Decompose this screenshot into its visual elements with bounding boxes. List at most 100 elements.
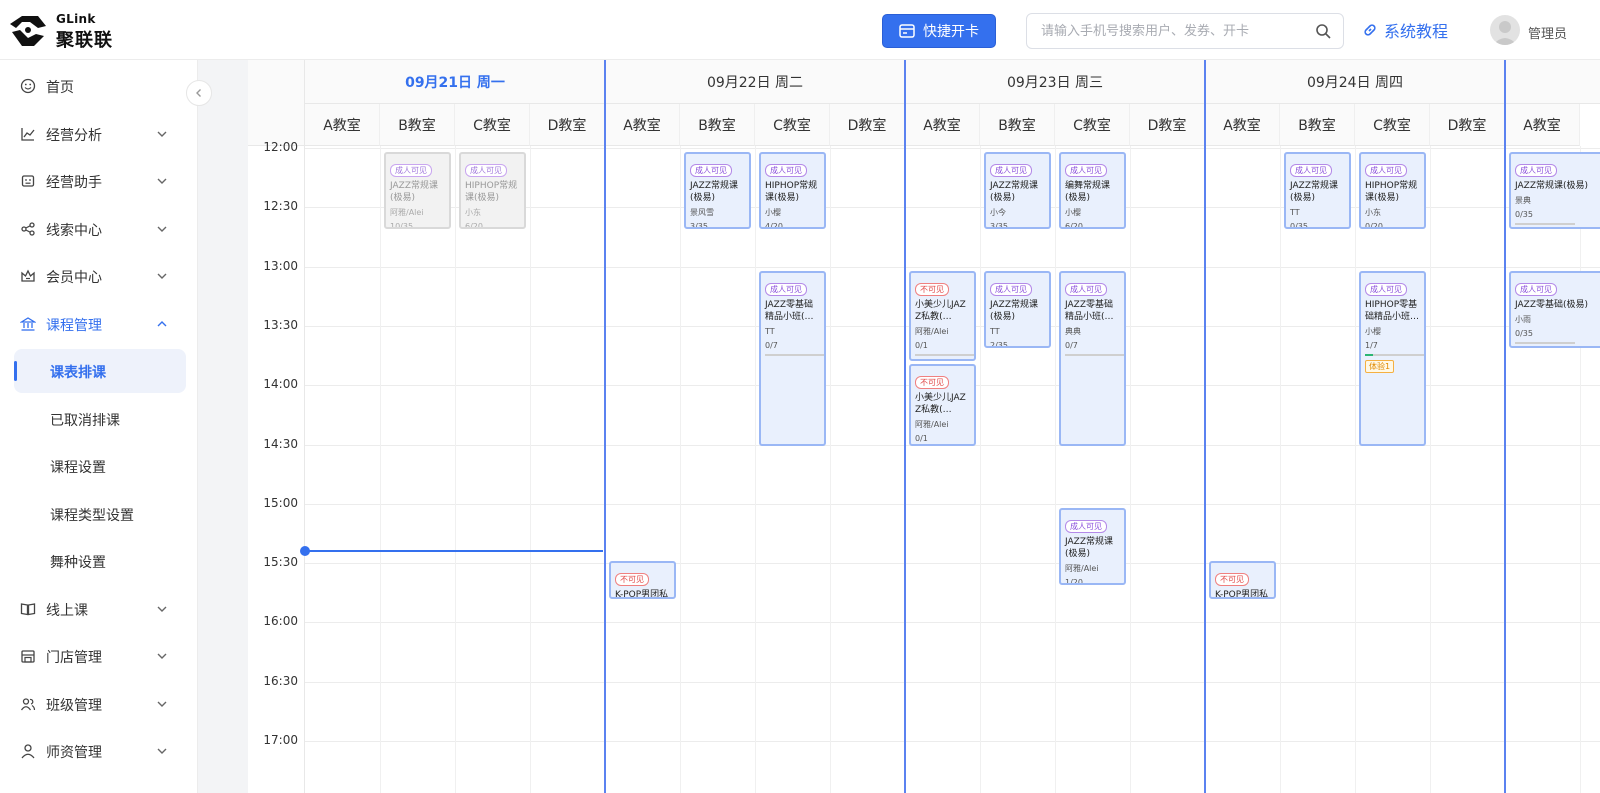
course-name: JAZZ常规课(极易): [990, 181, 1038, 203]
avatar[interactable]: [1490, 15, 1520, 45]
day-header[interactable]: 09月21日 周一: [305, 60, 605, 104]
visibility-tag: 成人可见: [765, 282, 807, 296]
sidebar-item-book[interactable]: 线上课: [0, 587, 198, 631]
sidebar-item-label: 经营助手: [46, 175, 102, 191]
time-label: 15:30: [263, 555, 298, 570]
course-card[interactable]: 成人可见 HIPHOP常规课(极易) 小樱 4/20: [759, 152, 826, 230]
sidebar-item-teacher[interactable]: 师资管理: [0, 729, 198, 773]
room-header: C教室: [455, 104, 530, 146]
course-card[interactable]: 不可见 小美少儿JAZZ私教(… 阿雅/Alei 0/1: [909, 270, 976, 362]
day-separator: [604, 60, 606, 793]
course-card[interactable]: 成人可见 HIPHOP常规课(极易) 小东 0/20: [1359, 152, 1426, 230]
bank-icon: [20, 316, 36, 331]
course-teacher: 阿雅/Alei: [915, 326, 949, 336]
course-card[interactable]: 成人可见 JAZZ零基础精品小班(… TT 0/7: [759, 270, 826, 447]
quick-open-card-button[interactable]: 快捷开卡: [882, 14, 996, 48]
system-tutorial-link[interactable]: 系统教程: [1362, 19, 1448, 41]
sidebar-item-robot[interactable]: 经营助手: [0, 159, 198, 203]
course-card[interactable]: 成人可见 HIPHOP常规课(极易) 小东 6/20: [459, 152, 526, 230]
course-name: JAZZ常规课(极易): [390, 181, 438, 203]
course-name: 小美少儿JAZZ私教(…: [915, 299, 966, 322]
logo-text-cn: 聚联联: [56, 30, 113, 51]
course-enrollment: 0/1: [915, 433, 928, 443]
search-icon[interactable]: [1315, 23, 1331, 39]
visibility-tag: 成人可见: [1290, 164, 1332, 177]
sidebar-nav: 首页 经营分析经营助手线索中心会员中心 课程管理 课表排课 已取消排课 课程设置 课程类型设…: [0, 60, 198, 793]
user-search-box[interactable]: [1026, 13, 1344, 49]
course-card[interactable]: 成人可见 JAZZ常规课(极易) 阿雅/Alei 1/20: [1059, 507, 1126, 585]
course-card[interactable]: 成人可见 HIPHOP零基础精品小班… 小樱 1/7 体验1: [1359, 270, 1426, 447]
room-header: B教室: [1280, 104, 1355, 146]
grid-col-line: [455, 146, 456, 793]
sidebar-item-label: 线索中心: [46, 222, 102, 239]
day-separator: [1204, 60, 1206, 793]
app-logo[interactable]: GLink 聚联联: [8, 10, 128, 51]
grid-col-line: [530, 146, 531, 793]
sidebar-item-crown[interactable]: 会员中心: [0, 254, 198, 298]
course-badge: 体验1: [1365, 359, 1395, 373]
course-card[interactable]: 成人可见 JAZZ常规课(极易) TT 0/35: [1284, 152, 1351, 230]
course-card[interactable]: 不可见 K-POP男团私: [1209, 561, 1276, 599]
grid-row-line: [305, 148, 1600, 149]
sidebar-item-smile[interactable]: 首页: [0, 64, 198, 108]
time-label: 15:00: [263, 495, 298, 510]
course-enrollment: 2/35: [990, 340, 1008, 348]
chart-line-icon: [21, 127, 35, 141]
grid-col-line: [1055, 146, 1056, 793]
course-card[interactable]: 成人可见JAZZ常规课(极易)TT2/35练卡2: [984, 270, 1051, 348]
sidebar-item-share-nodes[interactable]: 线索中心: [0, 207, 198, 251]
enrollment-progress: [1515, 223, 1575, 225]
course-enrollment: 6/20: [1065, 222, 1083, 230]
course-card[interactable]: 成人可见 JAZZ零基础精品小班(… 典典 0/7: [1059, 270, 1126, 447]
sidebar-collapse-button[interactable]: [186, 80, 212, 106]
visibility-tag: 成人可见: [1365, 282, 1407, 296]
sidebar-subitem[interactable]: 已取消排课: [0, 397, 198, 441]
grid-col-line: [380, 146, 381, 793]
grid-col-line: [1280, 146, 1281, 793]
visibility-tag: 成人可见: [390, 164, 432, 177]
day-header-partial[interactable]: [1505, 60, 1600, 104]
course-card[interactable]: 成人可见 JAZZ常规课(极易) 阿雅/Alei 10/35: [384, 152, 451, 230]
day-header[interactable]: 09月22日 周二: [605, 60, 905, 104]
visibility-tag: 成人可见: [690, 164, 732, 177]
day-header[interactable]: 09月23日 周三: [905, 60, 1205, 104]
course-card[interactable]: 不可见 小美少儿JAZZ私教(… 阿雅/Alei 0/1: [909, 363, 976, 447]
sidebar-item-group[interactable]: 班级管理: [0, 682, 198, 726]
chevron-left-icon: [196, 89, 201, 97]
sidebar-subitem[interactable]: 舞种设置: [0, 539, 198, 583]
course-enrollment: 0/7: [1065, 340, 1078, 350]
sidebar-item-chart-line[interactable]: 经营分析: [0, 112, 198, 156]
course-card[interactable]: 不可见 K-POP男团私: [609, 561, 676, 599]
time-label: 16:30: [263, 673, 298, 688]
sidebar-item-store[interactable]: 门店管理: [0, 634, 198, 678]
chevron-down-icon: [157, 131, 167, 137]
sidebar-item-bank[interactable]: 课程管理: [0, 302, 198, 346]
course-name: JAZZ零基础精品小班(…: [1065, 299, 1114, 322]
day-header[interactable]: 09月24日 周四: [1205, 60, 1505, 104]
current-user-name[interactable]: 管理员: [1528, 23, 1567, 42]
active-indicator: [14, 361, 17, 381]
sidebar-subitem[interactable]: 课程设置: [0, 444, 198, 488]
sidebar-subitem[interactable]: 课程类型设置: [0, 492, 198, 536]
course-card[interactable]: 成人可见 JAZZ零基础(极易) 小雨 0/35: [1509, 270, 1600, 348]
sidebar-subitem[interactable]: 课表排课: [14, 349, 186, 393]
course-teacher: 景典: [1515, 196, 1531, 205]
course-card[interactable]: 成人可见编舞常规课(极易)小樱6/20练卡1: [1059, 152, 1126, 230]
current-time-line: [305, 550, 603, 553]
enrollment-progress: [765, 353, 824, 356]
room-header: D教室: [1130, 104, 1205, 146]
user-search-input[interactable]: [1041, 22, 1311, 40]
course-teacher: 小樱: [765, 208, 781, 217]
course-card[interactable]: 成人可见JAZZ常规课(极易)景风雪3/35体验1练卡1: [684, 152, 751, 230]
visibility-tag: 成人可见: [1065, 282, 1107, 296]
room-header: A教室: [905, 104, 980, 146]
visibility-tag: 成人可见: [1065, 164, 1107, 177]
grid-row-line: [305, 266, 1600, 268]
course-badges: 体验1: [1365, 359, 1420, 373]
group-icon: [20, 697, 36, 710]
chevron-down-icon: [157, 178, 167, 184]
course-card[interactable]: 成人可见 JAZZ常规课(极易) 景典 0/35: [1509, 152, 1600, 230]
course-card[interactable]: 成人可见JAZZ常规课(极易)小今3/35练卡2: [984, 152, 1051, 230]
room-header: A教室: [1205, 104, 1280, 146]
course-enrollment: 3/35: [990, 222, 1008, 230]
